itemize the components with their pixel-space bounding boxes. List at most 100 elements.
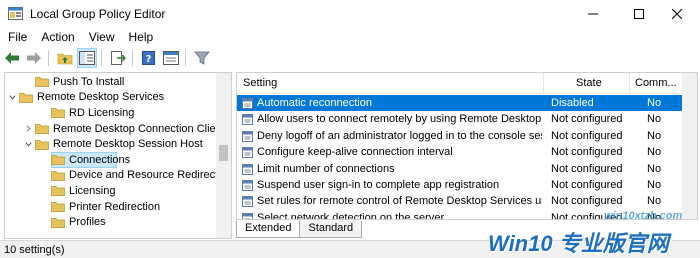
setting-row[interactable]: Configure keep-alive connection interval…: [237, 144, 683, 160]
help-icon: ?: [142, 51, 155, 65]
tree-item-label: Connections: [69, 153, 131, 166]
minimize-button[interactable]: [570, 0, 616, 28]
help-button[interactable]: ?: [139, 48, 159, 68]
back-icon: [5, 52, 19, 64]
folder-icon: [51, 201, 65, 212]
tree-item[interactable]: Connections: [39, 152, 130, 168]
minimize-icon: [588, 13, 598, 15]
show-hide-tree-button[interactable]: [77, 48, 97, 68]
setting-state: Not configured: [551, 129, 623, 142]
setting-row[interactable]: Set rules for remote control of Remote D…: [237, 193, 683, 209]
up-folder-button[interactable]: [55, 48, 75, 68]
tree-item-label: Profiles: [69, 216, 106, 229]
setting-row[interactable]: Allow users to connect remotely by using…: [237, 111, 683, 127]
setting-row[interactable]: Limit number of connections Not configure…: [237, 161, 683, 177]
tree-item[interactable]: Remote Desktop Services: [7, 90, 164, 106]
tree-item-label: Licensing: [69, 184, 116, 197]
menu-action[interactable]: Action: [41, 30, 74, 44]
expand-chevron-icon[interactable]: [23, 139, 33, 149]
up-folder-icon: [57, 53, 73, 65]
toolbar: ?: [0, 46, 700, 70]
folder-icon: [35, 76, 49, 88]
close-button[interactable]: [654, 0, 700, 28]
tree-item-label: Printer Redirection: [69, 200, 161, 213]
folder-icon: [19, 92, 33, 103]
window-title: Local Group Policy Editor: [30, 7, 166, 21]
column-comment[interactable]: Comm...: [635, 77, 677, 89]
watermark-logo: Win10 专业版官网: [488, 231, 669, 256]
tree-item[interactable]: Printer Redirection: [39, 199, 160, 215]
toolbar-separator: [48, 50, 49, 66]
setting-comment: No: [647, 129, 662, 142]
policy-setting-icon: [242, 196, 253, 208]
menu-file[interactable]: File: [8, 30, 27, 44]
tree-scroll-thumb[interactable]: [219, 145, 228, 161]
menu-view[interactable]: View: [89, 30, 115, 44]
app-icon: [8, 7, 23, 20]
setting-comment: No: [647, 146, 662, 159]
setting-row[interactable]: Suspend user sign-in to complete app reg…: [237, 177, 683, 193]
tree-item[interactable]: Licensing: [39, 183, 115, 199]
export-list-button[interactable]: [108, 48, 128, 68]
tree-item[interactable]: RD Licensing: [39, 105, 134, 121]
tree-item-label: Remote Desktop Session Host: [53, 138, 203, 151]
tree-item-label: Remote Desktop Connection Client: [53, 122, 225, 135]
setting-state: Not configured: [551, 179, 623, 191]
tree-item[interactable]: Push To Install: [23, 74, 124, 90]
tree-scrollbar[interactable]: [216, 73, 231, 238]
setting-name: Limit number of connections: [257, 162, 395, 175]
tree-item-label: Device and Resource Redirection: [69, 169, 232, 182]
show-hide-tree-icon: [79, 51, 95, 65]
tree-item[interactable]: Profiles: [39, 214, 106, 230]
menu-help[interactable]: Help: [129, 30, 154, 44]
setting-row[interactable]: Automatic reconnection Disabled No: [237, 95, 683, 112]
list-header: Setting State Comm...: [237, 73, 697, 94]
svg-text:?: ?: [146, 54, 152, 65]
column-divider[interactable]: [629, 73, 630, 94]
back-button[interactable]: [2, 48, 22, 68]
export-list-icon: [111, 51, 126, 65]
tree-item[interactable]: Remote Desktop Connection Client: [23, 121, 225, 137]
list-scrollbar[interactable]: [682, 73, 697, 219]
setting-comment: No: [647, 179, 662, 191]
properties-icon: [163, 51, 179, 65]
tree-item[interactable]: Device and Resource Redirection: [39, 168, 232, 184]
close-icon: [672, 9, 682, 19]
expand-chevron-icon[interactable]: [7, 92, 17, 102]
setting-state: Not configured: [551, 195, 623, 208]
setting-name: Deny logoff of an administrator logged i…: [257, 129, 542, 142]
tree-pane[interactable]: Push To Install Remote Desktop Services RD…: [4, 72, 232, 239]
menu-bar: File Action View Help: [0, 28, 700, 46]
filter-button[interactable]: [192, 48, 212, 68]
column-state[interactable]: State: [576, 77, 602, 89]
collapsed-chevron-icon[interactable]: [23, 124, 33, 134]
status-text: 10 setting(s): [4, 244, 65, 256]
setting-name: Select network detection on the server: [257, 211, 445, 220]
settings-list[interactable]: Setting State Comm... Automatic reconnec…: [236, 72, 698, 220]
column-setting[interactable]: Setting: [243, 77, 277, 89]
folder-icon: [51, 185, 65, 197]
forward-button[interactable]: [24, 48, 44, 68]
properties-button[interactable]: [161, 48, 181, 68]
setting-row[interactable]: Deny logoff of an administrator logged i…: [237, 128, 683, 144]
policy-setting-icon: [242, 180, 253, 191]
toolbar-separator: [185, 50, 186, 66]
setting-state: Not configured: [551, 146, 623, 159]
forward-icon: [27, 52, 41, 64]
column-divider[interactable]: [543, 73, 544, 94]
setting-name: Configure keep-alive connection interval: [257, 146, 453, 159]
folder-icon: [51, 154, 65, 166]
tab-standard[interactable]: Standard: [299, 221, 363, 238]
policy-setting-icon: [242, 114, 253, 126]
tab-extended[interactable]: Extended: [236, 221, 301, 238]
tree-item[interactable]: Remote Desktop Session Host: [23, 136, 203, 152]
maximize-icon: [634, 9, 644, 19]
tree-item-label: Remote Desktop Services: [37, 91, 165, 104]
folder-icon: [35, 139, 49, 150]
view-tabs: Extended Standard: [236, 221, 363, 239]
